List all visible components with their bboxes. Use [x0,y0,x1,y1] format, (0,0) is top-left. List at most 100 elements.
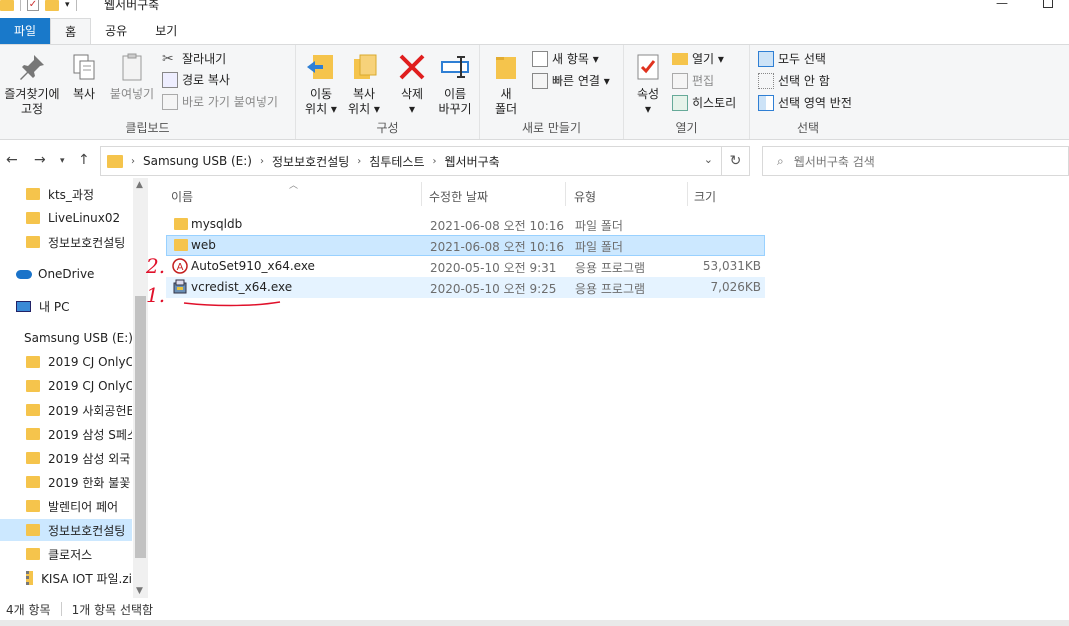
copy-path-button[interactable]: 경로 복사 [162,70,230,90]
folder-icon [26,548,40,560]
nav-item-folder[interactable]: 2019 사회공헌E [0,399,132,421]
paste-shortcut-label: 바로 가기 붙여넣기 [182,95,278,109]
properties-label-1: 속성 [636,87,660,101]
nav-item-folder[interactable]: 2019 삼성 S페스 [0,423,132,445]
nav-item-onedrive[interactable]: OneDrive [0,263,132,285]
history-button[interactable]: 히스토리 [672,93,736,113]
address-bar[interactable]: › Samsung USB (E:) › 정보보호컨설팅 › 침투테스트 › 웹… [100,146,722,176]
divider[interactable] [565,182,566,206]
nav-item-label: 정보보호컨설팅 [48,235,126,250]
new-folder-button[interactable]: 새 폴더 [490,51,522,117]
refresh-button[interactable]: ↻ [722,146,750,176]
easy-access-button[interactable]: 빠른 연결 ▾ [532,71,610,91]
nav-item-kts[interactable]: kts_과정 [0,183,132,205]
nav-item-folder[interactable]: 2019 삼성 외국 [0,447,132,469]
edit-button[interactable]: 편집 [672,71,714,91]
selection-count: 1개 항목 선택함 [71,602,154,617]
clipboard-group-label: 클립보드 [125,121,170,135]
tab-share[interactable]: 공유 [91,18,141,44]
tab-home[interactable]: 홈 [50,18,92,44]
delete-button[interactable]: 삭제 ▾ [394,51,430,117]
file-date: 2021-06-08 오전 10:16 [430,240,565,254]
cut-button[interactable]: ✂ 잘라내기 [162,49,226,69]
column-name[interactable]: 이름 [171,188,193,205]
properties-check-icon[interactable]: ✓ [27,0,39,11]
paste-shortcut-button[interactable]: 바로 가기 붙여넣기 [162,92,278,112]
nav-item-folder[interactable]: 발렌티어 페어 [0,495,132,517]
file-row-mysqldb[interactable]: mysqldb 2021-06-08 오전 10:16 파일 폴더 [166,214,765,235]
cloud-icon [16,269,32,279]
rename-button[interactable]: 이름 바꾸기 [434,51,476,117]
paste-icon [122,53,142,81]
folder-icon [26,428,40,440]
maximize-icon[interactable] [1043,0,1053,8]
annotation-mark-2: 2. [145,254,165,278]
new-item-button[interactable]: 새 항목 ▾ [532,49,599,69]
up-arrow-icon[interactable]: ↑ [78,152,90,168]
nav-item-folder[interactable]: 2019 한화 불꽃 [0,471,132,493]
nav-item-usb-drive[interactable]: Samsung USB (E:) [0,327,132,349]
divider[interactable] [687,182,688,206]
quick-access-toolbar: ✓ ▾ [0,0,77,14]
delete-x-icon [399,54,425,80]
scroll-thumb[interactable] [135,296,146,558]
folder-icon [26,188,40,200]
tab-file[interactable]: 파일 [0,18,51,44]
chevron-down-icon[interactable]: ▼ [136,586,143,596]
nav-item-this-pc[interactable]: 내 PC [0,295,132,317]
column-type[interactable]: 유형 [574,188,596,205]
copy-icon [73,54,95,80]
chevron-right-icon[interactable]: › [432,156,436,167]
breadcrumb-pentest[interactable]: 침투테스트 [369,153,424,170]
select-all-button[interactable]: 모두 선택 [758,49,826,69]
new-item-icon [532,51,548,67]
copy-button[interactable]: 복사 [66,51,102,102]
breadcrumb-drive[interactable]: Samsung USB (E:) [143,154,252,168]
copy-to-button[interactable]: 복사 위치 ▾ [342,51,386,117]
annotation-underline [183,301,281,307]
customize-quick-access-icon[interactable]: ▾ [65,0,70,10]
divider [60,602,62,616]
nav-item-folder[interactable]: 2019 CJ OnlyOn [0,375,132,397]
copy-path-label: 경로 복사 [182,73,230,87]
open-label: 열기 ▾ [692,52,724,66]
column-date-modified[interactable]: 수정한 날짜 [429,188,488,205]
nav-item-livelinux[interactable]: LiveLinux02 [0,207,132,229]
nav-item-consulting-selected[interactable]: 정보보호컨설팅 [0,519,132,541]
properties-button[interactable]: 속성 ▾ [628,51,668,117]
recent-locations-icon[interactable]: ▾ [60,156,65,166]
breadcrumb-webserver[interactable]: 웹서버구축 [444,153,499,170]
breadcrumb-consulting[interactable]: 정보보호컨설팅 [272,153,349,170]
chevron-right-icon[interactable]: › [131,156,135,167]
annotation-mark-1: 1. [146,283,165,307]
move-to-button[interactable]: 이동 위치 ▾ [300,51,342,117]
nav-item-consulting-pinned[interactable]: 정보보호컨설팅 [0,231,132,253]
chevron-down-icon[interactable]: ⌄ [704,153,713,166]
minimize-icon[interactable]: — [996,0,1008,10]
pin-icon [20,55,44,80]
nav-item-zip[interactable]: KISA IOT 파일.zi [0,567,132,589]
folder-icon [26,212,40,224]
paste-button[interactable]: 붙여넣기 [106,51,158,102]
divider[interactable] [421,182,422,206]
column-size[interactable]: 크기 [694,188,716,205]
chevron-right-icon[interactable]: › [260,156,264,167]
file-type: 파일 폴더 [575,240,623,254]
pin-quick-access-button[interactable]: 즐겨찾기에 고정 [0,51,64,117]
nav-item-folder[interactable]: 클로저스 [0,543,132,565]
open-button[interactable]: 열기 ▾ [672,49,724,69]
nav-scrollbar[interactable]: ▲ ▼ [133,178,148,598]
new-folder-icon[interactable] [45,0,59,11]
select-none-button[interactable]: 선택 안 함 [758,71,830,91]
tab-view[interactable]: 보기 [141,18,191,44]
invert-selection-button[interactable]: 선택 영역 반전 [758,93,852,113]
nav-item-folder[interactable]: 2019 CJ OnlyOn [0,351,132,373]
back-arrow-icon[interactable]: ← [6,152,18,168]
folder-icon [26,524,40,536]
search-box[interactable]: ⌕ 웹서버구축 검색 [762,146,1069,176]
chevron-right-icon[interactable]: › [357,156,361,167]
bottom-edge [0,620,1069,626]
forward-arrow-icon[interactable]: → [34,152,46,168]
chevron-up-icon[interactable]: ▲ [136,180,143,190]
history-icon [672,95,688,111]
